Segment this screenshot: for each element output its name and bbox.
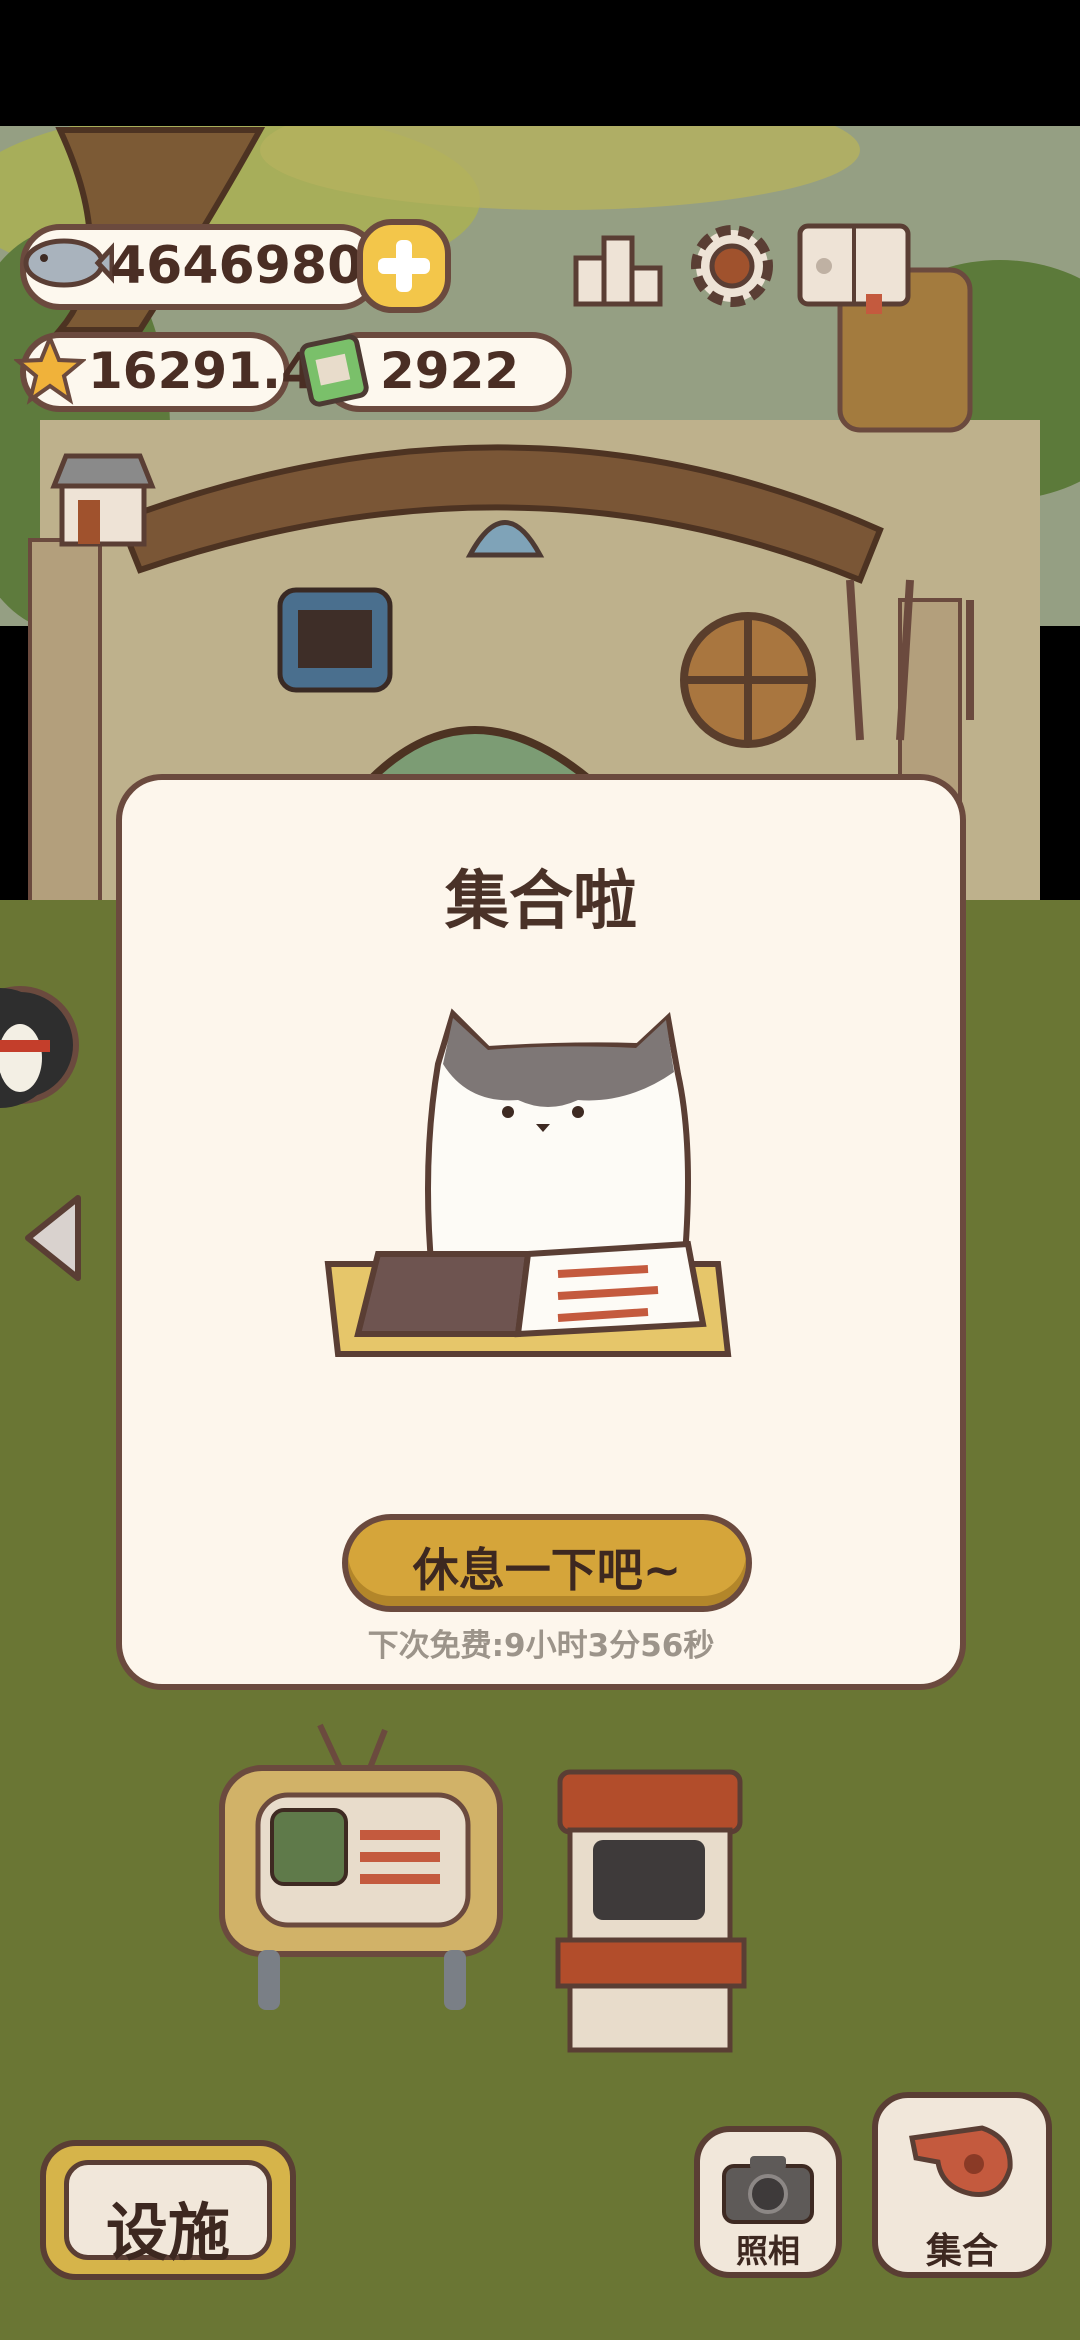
game-scene: 4646980 16291.4 2922 集合啦 休息一下吧~ 下次免费:9小时… — [0, 0, 1080, 2340]
penguin-avatar-icon[interactable] — [0, 978, 80, 1118]
camera-icon — [722, 2156, 814, 2224]
gather-modal: 集合啦 休息一下吧~ 下次免费:9小时3分56秒 — [116, 774, 966, 1690]
paw-book-icon[interactable] — [794, 218, 914, 314]
whistle-icon — [909, 2125, 1013, 2197]
facilities-label: 设施 — [105, 2196, 230, 2269]
modal-title: 集合啦 — [445, 865, 637, 939]
take-a-rest-label: 休息一下吧~ — [412, 1543, 682, 1597]
gear-icon[interactable] — [684, 218, 780, 314]
fish-icon — [23, 238, 114, 288]
free-cooldown-text: 下次免费:9小时3分56秒 — [367, 1628, 715, 1664]
gather-label: 集合 — [925, 2231, 998, 2272]
facilities-button[interactable]: 设施 — [40, 2140, 296, 2280]
photo-label: 照相 — [735, 2232, 800, 2270]
photo-button[interactable]: 照相 — [694, 2126, 842, 2278]
shop-icon[interactable] — [48, 450, 158, 550]
can-icon — [299, 334, 369, 407]
cat-reading-illustration — [324, 1008, 732, 1357]
take-a-rest-button[interactable]: 休息一下吧~ — [342, 1514, 752, 1612]
status-bar — [0, 0, 1080, 126]
fish-count: 4646980 — [110, 236, 364, 296]
plus-icon[interactable] — [356, 218, 452, 314]
left-arrow-icon[interactable] — [18, 1188, 88, 1288]
gather-button[interactable]: 集合 — [872, 2092, 1052, 2278]
can-count: 2922 — [380, 342, 520, 400]
star-icon — [14, 334, 86, 405]
ranking-icon[interactable] — [570, 218, 666, 314]
star-count: 16291.4 — [88, 342, 316, 400]
